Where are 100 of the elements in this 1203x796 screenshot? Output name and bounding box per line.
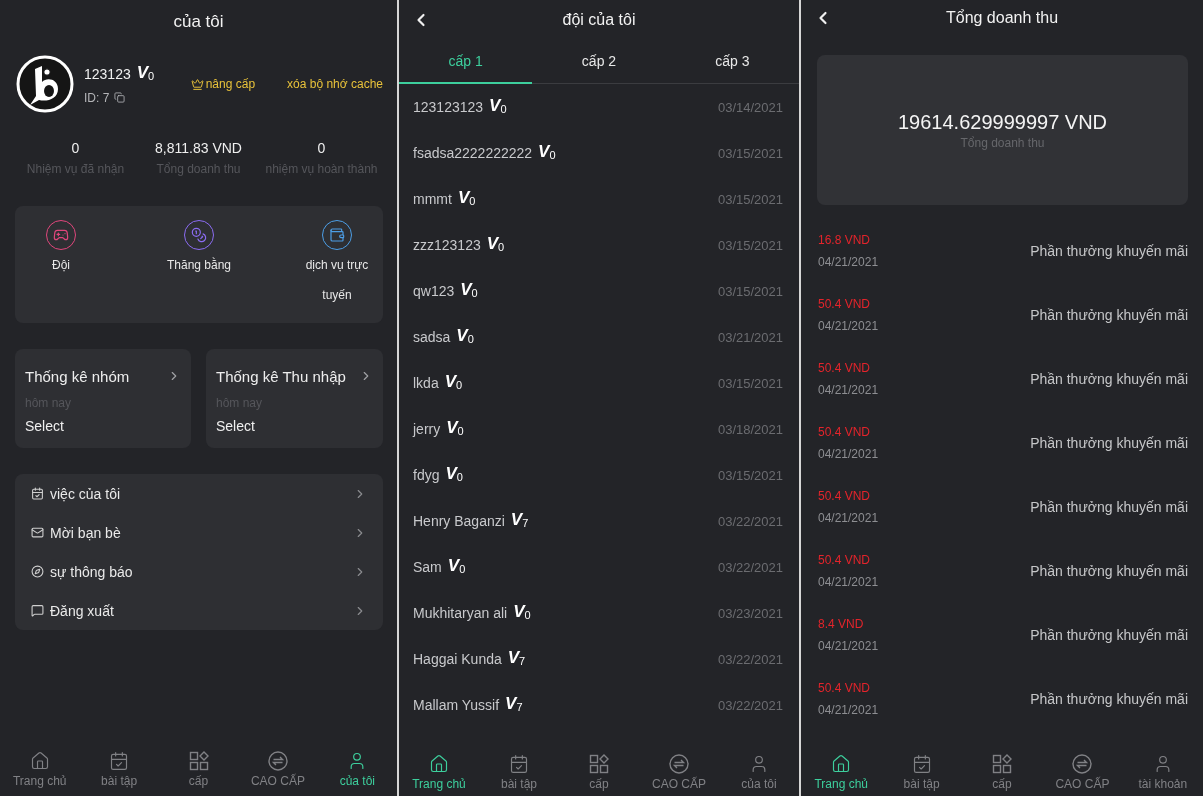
stat-value: 0 (317, 140, 326, 157)
nav-tab[interactable]: bài tập (479, 754, 559, 791)
grid-icon (589, 754, 609, 774)
user-id: ID: 7 (84, 90, 110, 105)
entry-amount: 50.4 VND (818, 297, 872, 311)
period-select[interactable]: Select (25, 418, 64, 435)
member-name: lkda (413, 375, 439, 391)
menu-item[interactable]: sự thông báo (15, 552, 383, 591)
vip-level: V$_{7}$ (510, 510, 529, 531)
screen-title: của tôi (172, 12, 225, 32)
nav-tab[interactable]: CAO CẤP (238, 751, 318, 788)
join-date: 03/14/2021 (717, 99, 783, 115)
calendar-check-icon (109, 751, 130, 771)
vip-level: V$_{0}$ (457, 188, 476, 209)
entry-note: Phần thưởng khuyến mãi (1030, 627, 1188, 643)
nav-tab[interactable]: Trang chủ (801, 754, 882, 791)
nav-tab[interactable]: CAO CẤP (1042, 754, 1123, 791)
period-select[interactable]: Select (216, 418, 255, 435)
menu-item[interactable]: Mời bạn bè (15, 513, 383, 552)
vip-level: V$_{0}$ (445, 464, 463, 485)
shortcut-item[interactable]: dịch vụ trực tuyến (291, 220, 383, 310)
join-date: 03/22/2021 (717, 559, 783, 575)
avatar-logo-icon (16, 55, 74, 113)
calendar-icon (31, 487, 44, 500)
nav-tab[interactable]: tài khoản (1122, 754, 1203, 791)
level-tab[interactable]: cấp 3 (665, 40, 799, 84)
nav-tab[interactable]: của tôi (719, 754, 799, 791)
home-icon (831, 754, 852, 774)
exchange-icon (669, 754, 689, 774)
join-date: 03/22/2021 (717, 651, 783, 667)
compass-icon (31, 565, 44, 578)
stat-value: 0 (71, 140, 80, 157)
member-name: sadsa (413, 329, 451, 345)
join-date: 03/15/2021 (717, 191, 783, 207)
nav-tab[interactable]: cấp (158, 751, 239, 788)
entry-amount: 50.4 VND (818, 425, 872, 439)
card-title: Thống kê Thu nhập (216, 367, 346, 385)
nav-tab[interactable]: cấp (559, 754, 639, 791)
entry-amount: 16.8 VND (818, 233, 872, 247)
menu-item[interactable]: Đăng xuất (15, 591, 383, 630)
shortcut-item[interactable]: Đội (15, 220, 107, 280)
entry-date: 04/21/2021 (818, 255, 879, 269)
vip-level: V$_{7}$ (507, 648, 526, 669)
entry-note: Phần thưởng khuyến mãi (1030, 435, 1188, 451)
entry-note: Phần thưởng khuyến mãi (1030, 691, 1188, 707)
nav-tab[interactable]: CAO CẤP (639, 754, 719, 791)
shortcut-item[interactable]: Thăng bằng (153, 220, 245, 280)
exchange-icon (1072, 754, 1093, 774)
nav-tab[interactable]: bài tập (79, 751, 159, 788)
vip-level: V$_{0}$ (513, 602, 531, 623)
entry-date: 04/21/2021 (818, 447, 879, 461)
vip-level: V$_{0}$ (486, 234, 505, 255)
member-name: fdyg (413, 467, 440, 483)
join-date: 03/22/2021 (717, 513, 783, 529)
level-tab[interactable]: cấp 1 (399, 40, 533, 84)
member-name: qw123 (413, 283, 455, 299)
crown-icon (190, 77, 204, 91)
member-name: Sam (413, 559, 442, 575)
exchange-icon (267, 751, 288, 771)
entry-date: 04/21/2021 (818, 639, 879, 653)
entry-amount: 50.4 VND (818, 489, 872, 503)
vip-level: V$_{0}$ (136, 63, 155, 84)
vip-level: V$_{0}$ (456, 326, 474, 347)
nav-tab[interactable]: của tôi (317, 751, 397, 788)
level-tab[interactable]: cấp 2 (532, 40, 666, 84)
screen-title: đội của tôi (561, 11, 637, 29)
join-date: 03/15/2021 (717, 145, 783, 161)
vip-level: V$_{0}$ (538, 142, 556, 163)
member-name: jerry (413, 421, 441, 437)
join-date: 03/23/2021 (717, 605, 783, 621)
user-name: 123123 (84, 66, 131, 82)
vip-level: V$_{0}$ (489, 96, 507, 117)
calendar-check-icon (509, 754, 529, 774)
screen-title: Tổng doanh thu (944, 9, 1060, 27)
member-name: Mukhitaryan ali (413, 605, 508, 621)
nav-tab[interactable]: Trang chủ (0, 751, 80, 788)
entry-note: Phần thưởng khuyến mãi (1030, 243, 1188, 259)
join-date: 03/18/2021 (717, 421, 783, 437)
vip-level: V$_{0}$ (460, 280, 478, 301)
menu-item[interactable]: việc của tôi (15, 474, 383, 513)
entry-amount: 50.4 VND (818, 681, 872, 695)
vip-level: V$_{0}$ (446, 418, 464, 439)
nav-tab[interactable]: cấp (961, 754, 1043, 791)
envelope-icon (31, 526, 44, 539)
entry-date: 04/21/2021 (818, 383, 879, 397)
entry-date: 04/21/2021 (818, 575, 879, 589)
nav-tab[interactable]: bài tập (881, 754, 962, 791)
copy-icon[interactable] (114, 92, 126, 103)
entry-date: 04/21/2021 (818, 703, 879, 717)
join-date: 03/21/2021 (717, 329, 783, 345)
upgrade-link[interactable]: nâng cấp (190, 77, 256, 91)
entry-note: Phần thưởng khuyến mãi (1030, 499, 1188, 515)
entry-amount: 50.4 VND (818, 553, 872, 567)
member-name: zzz123123 (413, 237, 481, 253)
total-amount: 19614.629999997 VND (897, 110, 1108, 134)
grid-icon (188, 751, 209, 771)
nav-tab[interactable]: Trang chủ (399, 754, 479, 791)
action-link[interactable]: xóa bộ nhớ cache (287, 77, 383, 91)
member-name: Mallam Yussif (413, 697, 500, 713)
member-name: Haggai Kunda (413, 651, 502, 667)
